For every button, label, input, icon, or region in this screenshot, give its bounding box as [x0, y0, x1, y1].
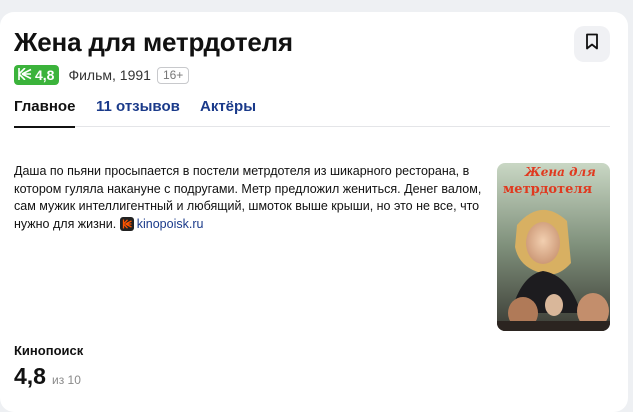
tab-actors[interactable]: Актёры [200, 98, 256, 127]
score-value: 4,8 [14, 363, 46, 389]
description-text: Даша по пьяни просыпается в постели метр… [14, 164, 482, 231]
movie-meta: 4,8 Фильм, 1991 16+ [14, 65, 190, 85]
kinopoisk-logo-icon [119, 217, 134, 232]
poster-title-line2: метрдотеля [503, 182, 593, 197]
source-link-text[interactable]: kinopoisk.ru [137, 216, 204, 234]
score-scale: из 10 [51, 373, 81, 387]
bookmark-icon [585, 33, 599, 55]
poster-title-line1: Жена для [524, 165, 596, 179]
movie-type-year: Фильм, 1991 [68, 67, 151, 83]
movie-poster[interactable]: Жена для метрдотеля [497, 163, 610, 331]
rating-value: 4,8 [35, 67, 55, 83]
tab-reviews[interactable]: 11 отзывов [96, 98, 180, 127]
kinopoisk-rating-icon [18, 67, 35, 83]
age-rating-badge: 16+ [156, 66, 190, 84]
poster-image: Жена для метрдотеля [497, 163, 610, 331]
rating-badge[interactable]: 4,8 [14, 65, 60, 85]
bookmark-button[interactable] [574, 26, 610, 62]
tabs-bar: Главное 11 отзывов Актёры [14, 98, 610, 128]
source-link[interactable]: kinopoisk.ru [119, 216, 204, 234]
kinopoisk-score: 4,8 из 10 [14, 363, 81, 390]
tab-main[interactable]: Главное [14, 98, 76, 128]
movie-title: Жена для метрдотеля [14, 27, 293, 57]
kinopoisk-section-label: Кинопоиск [14, 343, 84, 358]
movie-description: Даша по пьяни просыпается в постели метр… [14, 163, 484, 233]
movie-card: Жена для метрдотеля 4,8 Фильм, 1991 16+ … [0, 12, 628, 412]
